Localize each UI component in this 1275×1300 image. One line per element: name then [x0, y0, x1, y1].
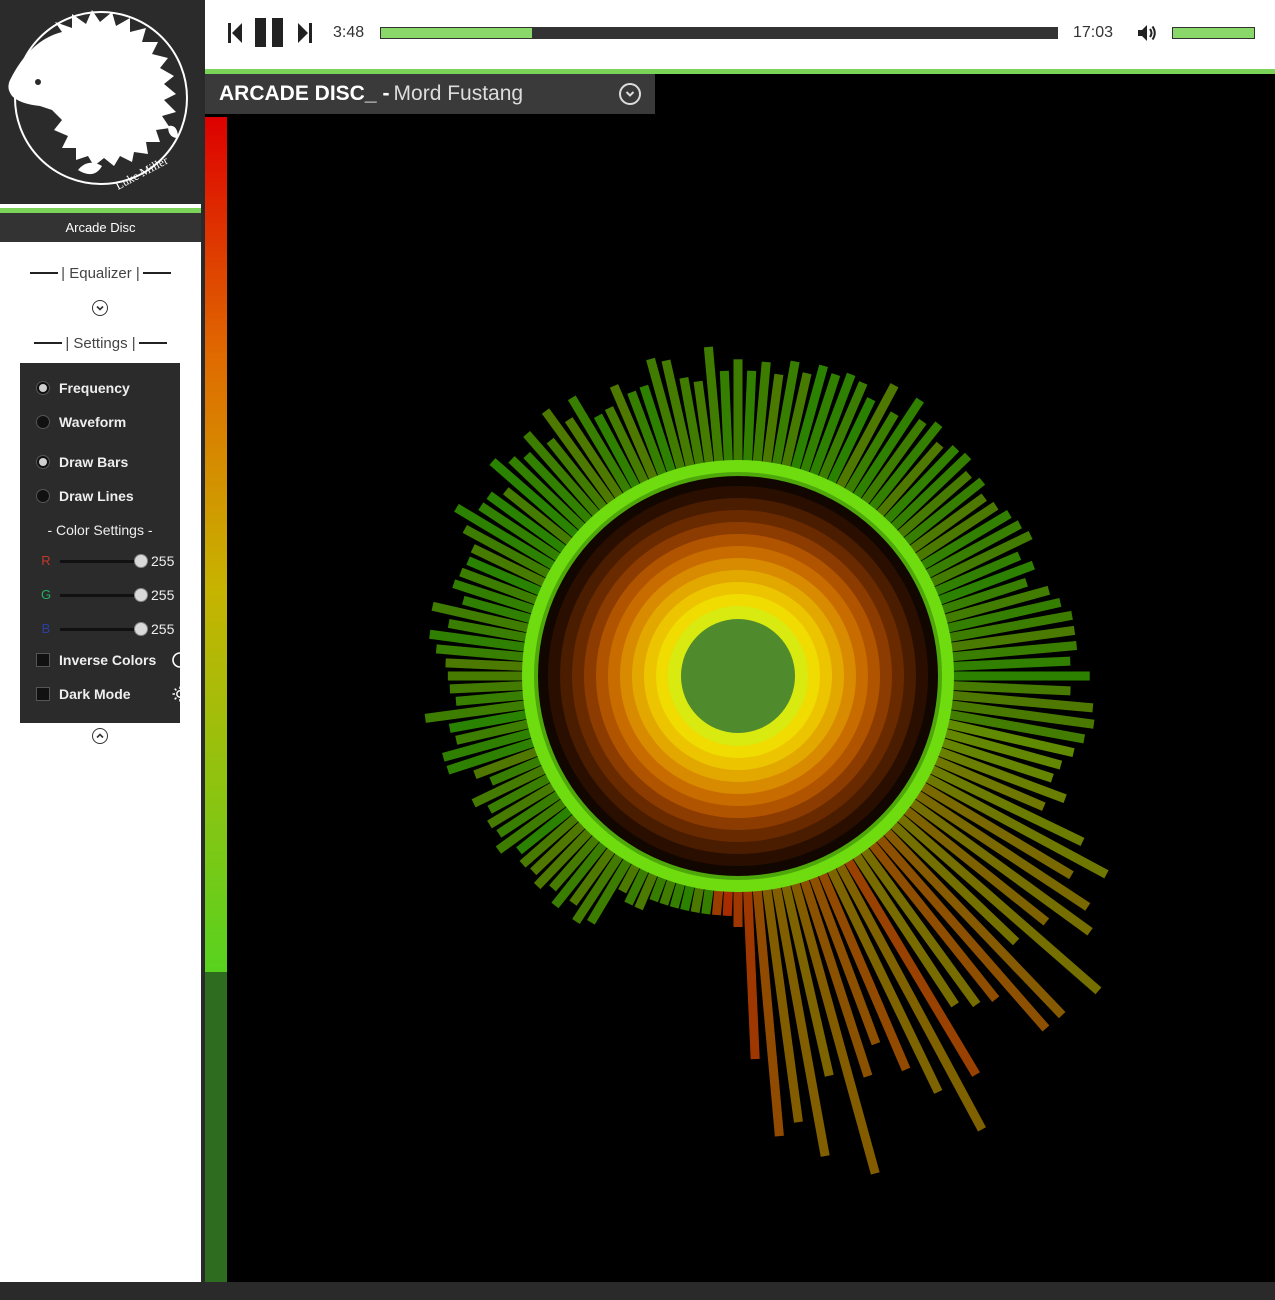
progress-fill	[381, 28, 532, 38]
settings-header[interactable]: | Settings |	[0, 332, 201, 354]
level-meter	[205, 117, 227, 1282]
blue-slider-track[interactable]	[60, 628, 140, 631]
current-time: 3:48	[333, 24, 365, 41]
next-icon[interactable]	[297, 21, 313, 45]
progress-bar[interactable]	[380, 27, 1058, 39]
blue-slider-value: 255	[151, 621, 175, 637]
red-slider-track[interactable]	[60, 560, 140, 563]
track-title: Mord Fustang	[393, 82, 524, 105]
frequency-visualizer	[424, 346, 1109, 1175]
blue-slider-thumb[interactable]	[134, 622, 148, 636]
now-playing-bar: ARCADE DISC_ - Mord Fustang	[205, 74, 655, 114]
frequency-label: Frequency	[59, 380, 130, 396]
draw-lines-label: Draw Lines	[59, 488, 134, 504]
inverse-colors-checkbox[interactable]	[36, 653, 50, 667]
visualizer-bar	[733, 359, 743, 464]
red-slider-thumb[interactable]	[134, 554, 148, 568]
sun-icon	[172, 686, 188, 702]
green-slider-value: 255	[151, 587, 175, 603]
previous-icon[interactable]	[227, 21, 243, 45]
sidebar: Luke Miller Arcade Disc | Equalizer | | …	[0, 0, 201, 1282]
blue-slider-label: B	[41, 621, 51, 636]
dark-mode-label: Dark Mode	[59, 686, 131, 702]
track-separator: -	[382, 82, 390, 105]
track-artist: ARCADE DISC_	[219, 82, 377, 105]
blue-slider[interactable]: B 255	[40, 621, 180, 637]
inverse-colors-option[interactable]: Inverse Colors	[36, 650, 188, 670]
green-slider[interactable]: G 255	[40, 587, 180, 603]
contrast-icon	[172, 652, 188, 668]
app-root: Luke Miller Arcade Disc | Equalizer | | …	[0, 0, 1275, 1300]
logo: Luke Miller	[0, 0, 201, 204]
waveform-radio[interactable]	[36, 415, 50, 429]
chevron-down-icon	[625, 91, 635, 97]
draw-bars-label: Draw Bars	[59, 454, 129, 470]
level-meter-inactive	[205, 972, 227, 1282]
visualizer-bar	[950, 671, 1090, 681]
green-slider-label: G	[40, 587, 52, 602]
logo-signature: Luke Miller	[113, 153, 170, 192]
red-slider-label: R	[41, 553, 51, 568]
level-meter-active	[205, 117, 227, 972]
visualizer-stage: ARCADE DISC_ - Mord Fustang	[205, 74, 1275, 1282]
playlist-item-arcade-disc[interactable]: Arcade Disc	[0, 213, 201, 242]
draw-bars-option[interactable]: Draw Bars	[36, 452, 128, 472]
waveform-option[interactable]: Waveform	[36, 412, 126, 432]
settings-collapse-button[interactable]	[92, 728, 108, 744]
draw-lines-radio[interactable]	[36, 489, 50, 503]
waveform-label: Waveform	[59, 414, 127, 430]
draw-lines-option[interactable]: Draw Lines	[36, 486, 134, 506]
total-time: 17:03	[1073, 24, 1114, 41]
dark-mode-checkbox[interactable]	[36, 687, 50, 701]
green-slider-track[interactable]	[60, 594, 140, 597]
volume-icon[interactable]	[1136, 23, 1158, 43]
equalizer-expand-button[interactable]	[92, 300, 108, 316]
now-playing-toggle-button[interactable]	[619, 83, 641, 105]
volume-slider[interactable]	[1172, 27, 1255, 39]
visualizer-bar	[447, 671, 526, 681]
red-slider-value: 255	[151, 553, 175, 569]
visualizer-center-disc	[681, 619, 795, 733]
frequency-radio[interactable]	[36, 381, 50, 395]
equalizer-header[interactable]: | Equalizer |	[0, 262, 201, 284]
player-bar: 3:48 17:03	[205, 0, 1275, 69]
draw-bars-radio[interactable]	[36, 455, 50, 469]
visualizer-bar	[733, 888, 743, 928]
volume-fill	[1173, 28, 1254, 38]
dark-mode-option[interactable]: Dark Mode	[36, 684, 188, 704]
settings-title: | Settings |	[65, 334, 136, 352]
red-slider[interactable]: R 255	[40, 553, 180, 569]
chevron-up-icon	[96, 733, 104, 739]
footer-bar	[0, 1282, 1275, 1300]
hedgehog-logo-icon: Luke Miller	[8, 10, 188, 193]
settings-panel: Frequency Waveform Draw Bars Draw Lines …	[20, 363, 188, 723]
green-slider-thumb[interactable]	[134, 588, 148, 602]
chevron-down-icon	[96, 305, 104, 311]
frequency-option[interactable]: Frequency	[36, 378, 130, 398]
equalizer-title: | Equalizer |	[61, 264, 140, 282]
pause-icon[interactable]	[254, 17, 286, 48]
inverse-colors-label: Inverse Colors	[59, 652, 157, 668]
color-settings-title: - Color Settings -	[47, 522, 153, 538]
